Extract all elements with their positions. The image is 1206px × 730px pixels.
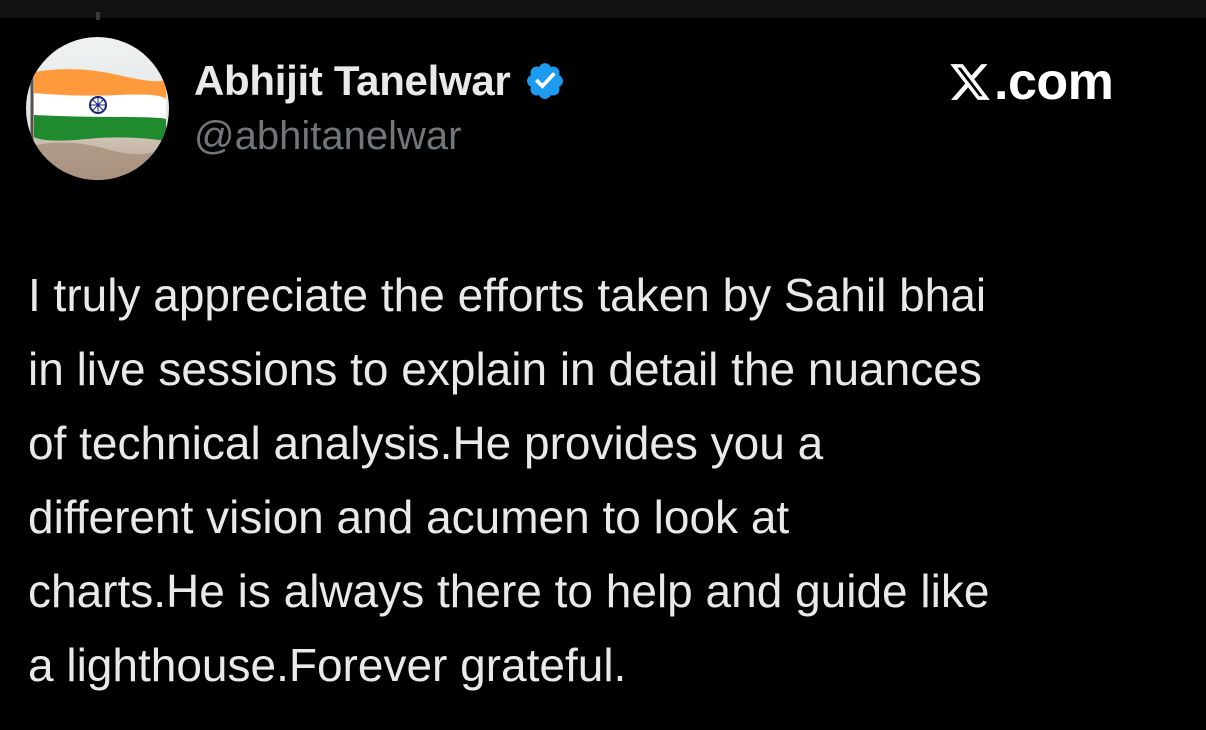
post-text-line: of technical analysis.He provides you a <box>28 417 824 469</box>
x-logo-icon <box>948 60 992 104</box>
verified-badge-icon <box>524 60 566 102</box>
author-display-name[interactable]: Abhijit Tanelwar <box>194 57 511 105</box>
indian-flag-avatar-icon <box>26 37 169 180</box>
author-handle[interactable]: @abhitanelwar <box>194 114 461 159</box>
post-text-line: different vision and acumen to look at <box>28 491 790 543</box>
top-strip <box>0 0 1206 20</box>
post-text-line: a lighthouse.Forever grateful. <box>28 639 627 691</box>
top-strip-mark <box>96 12 100 20</box>
avatar[interactable] <box>26 37 169 180</box>
post-text-line: charts.He is always there to help and gu… <box>28 565 990 617</box>
brand-watermark: .com <box>948 53 1114 111</box>
author-name-row: Abhijit Tanelwar <box>194 55 566 107</box>
post-text-line: in live sessions to explain in detail th… <box>28 343 982 395</box>
brand-domain: .com <box>994 53 1114 111</box>
post-text-line: I truly appreciate the efforts taken by … <box>28 269 987 321</box>
post-text: I truly appreciate the efforts taken by … <box>28 258 1188 702</box>
